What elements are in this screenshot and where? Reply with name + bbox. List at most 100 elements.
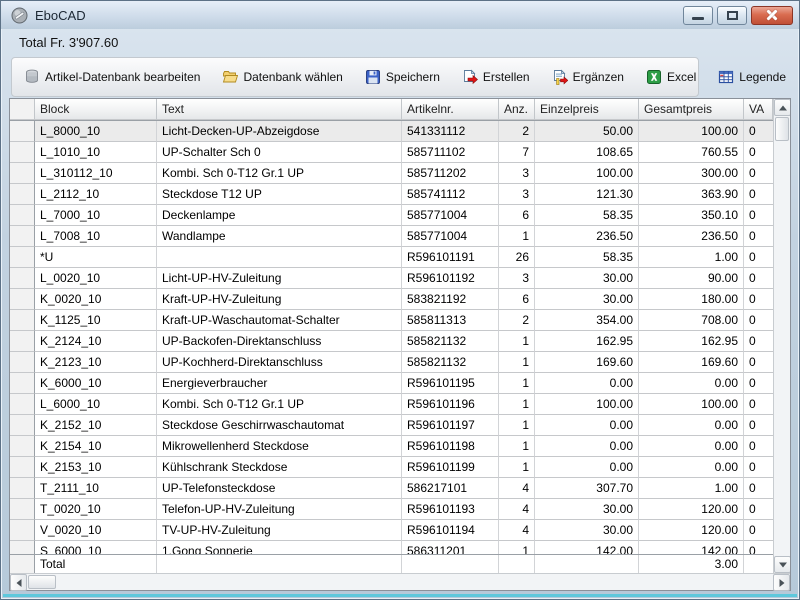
table-header: Block Text Artikelnr. Anz. Einzelpreis G… xyxy=(10,99,773,121)
table-row[interactable]: K_2154_10Mikrowellenherd SteckdoseR59610… xyxy=(10,436,773,457)
table-row[interactable]: K_2152_10Steckdose GeschirrwaschautomatR… xyxy=(10,415,773,436)
table-row[interactable]: K_2153_10Kühlschrank SteckdoseR596101199… xyxy=(10,457,773,478)
cell-va: 0 xyxy=(744,226,773,247)
table-row[interactable]: L_1010_10UP-Schalter Sch 05857111027108.… xyxy=(10,142,773,163)
row-selector[interactable] xyxy=(10,520,35,541)
column-header-anz[interactable]: Anz. xyxy=(499,99,535,120)
cell-va: 0 xyxy=(744,142,773,163)
save-button[interactable]: Speichern xyxy=(361,66,444,88)
table-row[interactable]: V_0020_10TV-UP-HV-ZuleitungR596101194430… xyxy=(10,520,773,541)
minimize-icon xyxy=(692,17,704,20)
row-selector[interactable] xyxy=(10,394,35,415)
table-row[interactable]: L_6000_10Kombi. Sch 0-T12 Gr.1 UPR596101… xyxy=(10,394,773,415)
row-selector[interactable] xyxy=(10,331,35,352)
cell-va: 0 xyxy=(744,163,773,184)
row-selector[interactable] xyxy=(10,205,35,226)
scroll-right-button[interactable] xyxy=(773,574,790,591)
cell-va: 0 xyxy=(744,247,773,268)
title-bar[interactable]: EboCAD xyxy=(1,1,799,29)
scroll-up-button[interactable] xyxy=(774,99,790,116)
table-row[interactable]: S_6000_101.Gong Sonnerie5863112011142.00… xyxy=(10,541,773,554)
table-row[interactable]: L_7008_10Wandlampe5857710041236.50236.50… xyxy=(10,226,773,247)
cell-artikelnr: R596101191 xyxy=(402,247,499,268)
button-label: Legende xyxy=(739,70,786,84)
cell-artikelnr: 583821192 xyxy=(402,289,499,310)
row-selector[interactable] xyxy=(10,499,35,520)
table-row[interactable]: L_8000_10Licht-Decken-UP-Abzeigdose54133… xyxy=(10,121,773,142)
cell-gesamtpreis: 162.95 xyxy=(639,331,744,352)
cell-einzelpreis: 58.35 xyxy=(535,247,639,268)
column-header-gesamtpreis[interactable]: Gesamtpreis xyxy=(639,99,744,120)
cell-block: L_7000_10 xyxy=(35,205,157,226)
excel-button[interactable]: Excel xyxy=(642,66,700,88)
button-label: Ergänzen xyxy=(573,70,624,84)
row-selector[interactable] xyxy=(10,226,35,247)
cell-artikelnr: R596101195 xyxy=(402,373,499,394)
table-row[interactable]: T_2111_10UP-Telefonsteckdose586217101430… xyxy=(10,478,773,499)
horizontal-scroll-track[interactable] xyxy=(57,574,773,590)
row-selector[interactable] xyxy=(10,373,35,394)
table-row[interactable]: K_6000_10EnergieverbraucherR59610119510.… xyxy=(10,373,773,394)
minimize-button[interactable] xyxy=(683,6,713,25)
append-button[interactable]: Ergänzen xyxy=(548,66,628,88)
edit-article-database-button[interactable]: Artikel-Datenbank bearbeiten xyxy=(20,66,204,88)
row-selector[interactable] xyxy=(10,121,35,142)
choose-database-button[interactable]: Datenbank wählen xyxy=(218,66,346,88)
maximize-button[interactable] xyxy=(717,6,747,25)
total-row: Total 3.00 xyxy=(10,554,773,573)
row-selector[interactable] xyxy=(10,184,35,205)
table-row[interactable]: T_0020_10Telefon-UP-HV-ZuleitungR5961011… xyxy=(10,499,773,520)
table-row[interactable]: L_0020_10Licht-UP-HV-ZuleitungR596101192… xyxy=(10,268,773,289)
cell-einzelpreis: 236.50 xyxy=(535,226,639,247)
row-selector[interactable] xyxy=(10,310,35,331)
row-selector[interactable] xyxy=(10,415,35,436)
cell-artikelnr: R596101198 xyxy=(402,436,499,457)
row-selector[interactable] xyxy=(10,163,35,184)
button-label: Artikel-Datenbank bearbeiten xyxy=(45,70,200,84)
column-header-block[interactable]: Block xyxy=(35,99,157,120)
cell-einzelpreis: 100.00 xyxy=(535,163,639,184)
column-header-artikelnr[interactable]: Artikelnr. xyxy=(402,99,499,120)
cell-block: K_2154_10 xyxy=(35,436,157,457)
cell-block: V_0020_10 xyxy=(35,520,157,541)
table-row[interactable]: K_1125_10Kraft-UP-Waschautomat-Schalter5… xyxy=(10,310,773,331)
scroll-down-button[interactable] xyxy=(774,556,790,573)
row-selector[interactable] xyxy=(10,541,35,554)
horizontal-scroll-thumb[interactable] xyxy=(28,575,56,589)
row-selector[interactable] xyxy=(10,352,35,373)
vertical-scroll-thumb[interactable] xyxy=(775,117,789,141)
cell-block: T_0020_10 xyxy=(35,499,157,520)
table-row[interactable]: K_2123_10UP-Kochherd-Direktanschluss5858… xyxy=(10,352,773,373)
row-selector[interactable] xyxy=(10,457,35,478)
arrow-down-icon xyxy=(779,562,787,567)
column-header-einzelpreis[interactable]: Einzelpreis xyxy=(535,99,639,120)
table-row[interactable]: K_0020_10Kraft-UP-HV-Zuleitung5838211926… xyxy=(10,289,773,310)
cell-gesamtpreis: 142.00 xyxy=(639,541,744,554)
row-selector[interactable] xyxy=(10,289,35,310)
row-selector[interactable] xyxy=(10,478,35,499)
legend-button[interactable]: Legende xyxy=(714,66,790,88)
close-button[interactable] xyxy=(751,6,793,25)
horizontal-scrollbar[interactable] xyxy=(10,573,790,590)
total-text-cell xyxy=(157,555,402,573)
table-row[interactable]: L_310112_10Kombi. Sch 0-T12 Gr.1 UP58571… xyxy=(10,163,773,184)
table-row[interactable]: L_7000_10Deckenlampe585771004658.35350.1… xyxy=(10,205,773,226)
table-row[interactable]: *UR5961011912658.351.000 xyxy=(10,247,773,268)
cell-text: Steckdose T12 UP xyxy=(157,184,402,205)
cell-va: 0 xyxy=(744,205,773,226)
scroll-left-button[interactable] xyxy=(10,574,27,591)
row-selector[interactable] xyxy=(10,268,35,289)
cell-gesamtpreis: 708.00 xyxy=(639,310,744,331)
vertical-scrollbar[interactable] xyxy=(773,99,790,573)
cell-anz: 6 xyxy=(499,289,535,310)
row-selector[interactable] xyxy=(10,436,35,457)
row-selector[interactable] xyxy=(10,247,35,268)
row-selector[interactable] xyxy=(10,142,35,163)
cell-va: 0 xyxy=(744,331,773,352)
create-button[interactable]: Erstellen xyxy=(458,66,534,88)
table-row[interactable]: K_2124_10UP-Backofen-Direktanschluss5858… xyxy=(10,331,773,352)
table-row[interactable]: L_2112_10Steckdose T12 UP5857411123121.3… xyxy=(10,184,773,205)
column-header-text[interactable]: Text xyxy=(157,99,402,120)
vertical-scroll-track[interactable] xyxy=(774,142,790,556)
column-header-va[interactable]: VA xyxy=(744,99,773,120)
